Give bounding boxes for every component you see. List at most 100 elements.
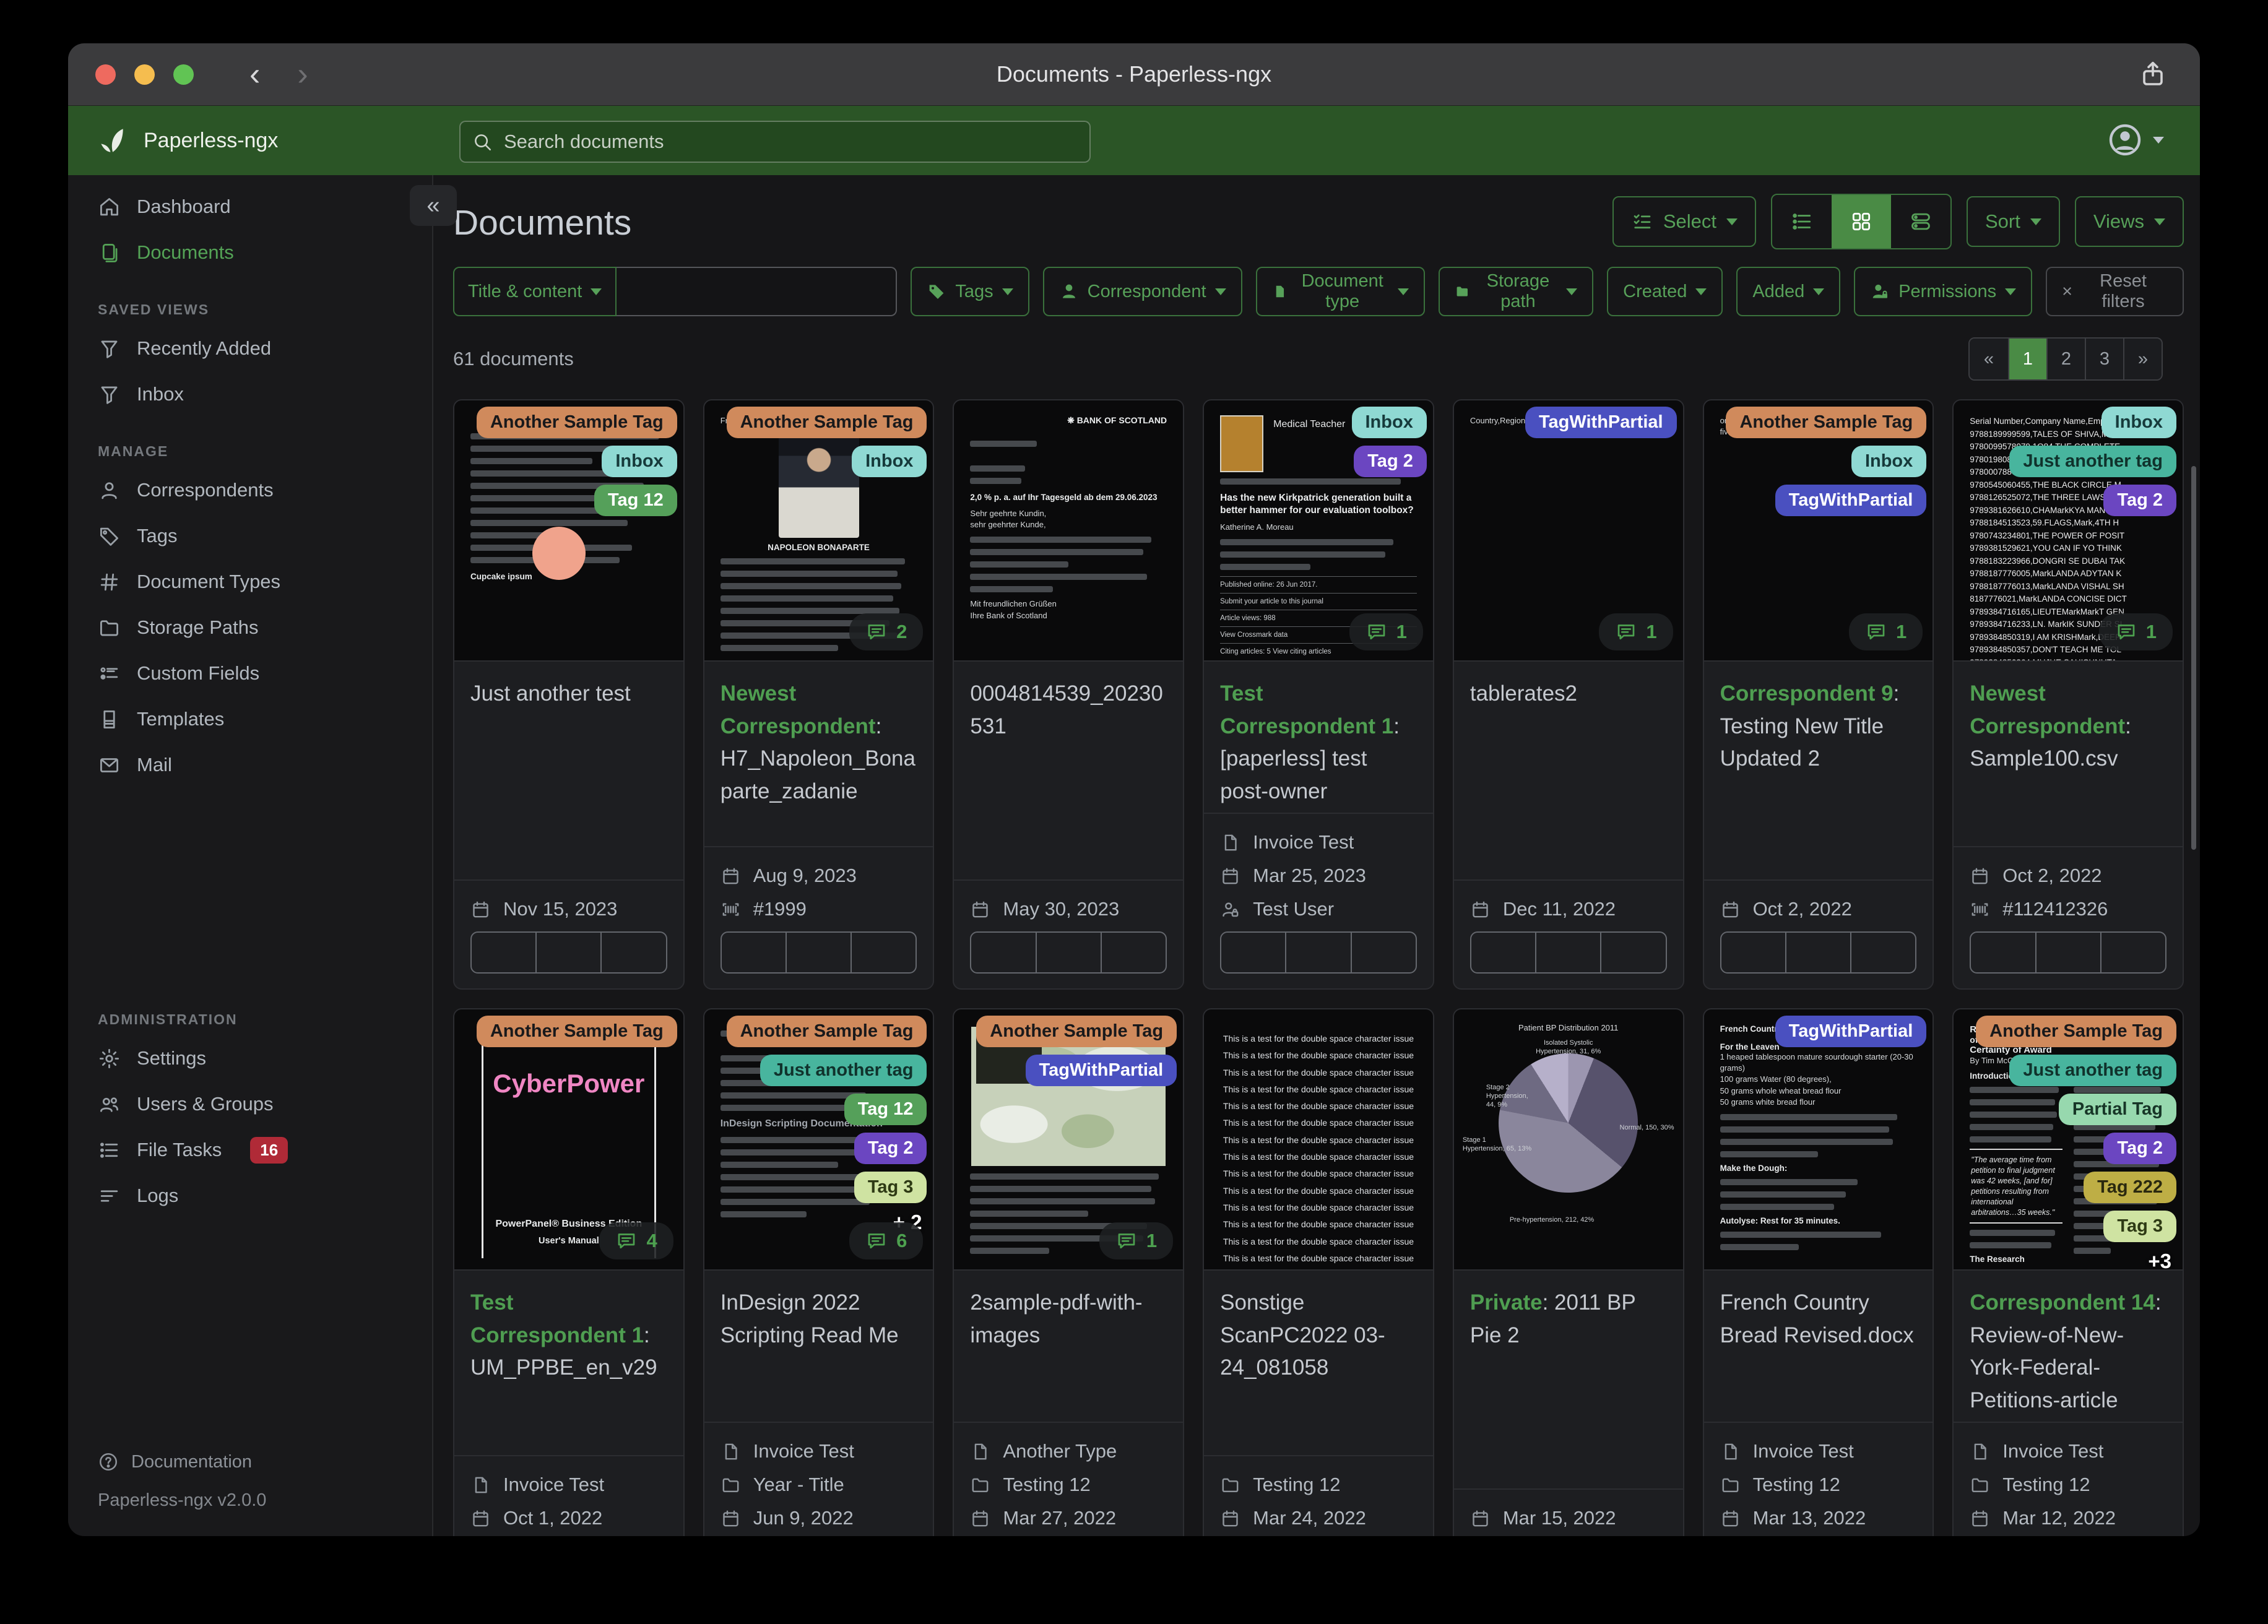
views-button[interactable]: Views <box>2074 196 2184 247</box>
tag-inbox[interactable]: Inbox <box>1851 446 1927 477</box>
sidebar-item-dashboard[interactable]: Dashboard <box>68 184 432 230</box>
preview-button[interactable] <box>1785 933 1850 972</box>
tag-another-sample-tag[interactable]: Another Sample Tag <box>476 407 677 438</box>
global-search[interactable] <box>459 121 1091 163</box>
filter-document-type[interactable]: Document type <box>1255 267 1426 316</box>
tag-tag-12[interactable]: Tag 12 <box>594 485 677 516</box>
document-title[interactable]: Private: 2011 BP Pie 2 <box>1454 1271 1683 1357</box>
display-mode-grid[interactable] <box>1832 195 1891 248</box>
download-button[interactable] <box>850 933 915 972</box>
scrollbar[interactable] <box>2191 466 2196 850</box>
sidebar-item-tags[interactable]: Tags <box>68 513 432 559</box>
sidebar-collapse-button[interactable]: « <box>410 185 457 226</box>
pagination-first[interactable]: « <box>1970 339 2008 379</box>
document-thumbnail[interactable]: French Country Bread For the Leaven 1 heap… <box>1703 1009 1933 1271</box>
pagination-last[interactable]: » <box>2123 339 2162 379</box>
document-thumbnail[interactable]: Boundary Waters Trip Another Sample TagT… <box>954 1009 1184 1271</box>
download-button[interactable] <box>1350 933 1416 972</box>
document-thumbnail[interactable]: Patient BP Distribution 2011 Isolated Sy… <box>1453 1009 1683 1271</box>
document-title[interactable]: Test Correspondent 1: UM_PPBE_en_v29 <box>454 1271 683 1389</box>
document-card[interactable]: Country,Region/State,"... TagWithPartial… <box>1452 399 1684 990</box>
tag-tag-2[interactable]: Tag 2 <box>854 1133 927 1164</box>
document-card[interactable]: Adobe Acrobat PDF FilesCupcake ipsum Ano… <box>453 399 685 990</box>
tag-inbox[interactable]: Inbox <box>852 446 927 477</box>
document-title[interactable]: tablerates2 <box>1454 662 1683 715</box>
document-card[interactable]: ❋ BANK OF SCOTLAND 2,0 % p. a. auf Ihr Ta… <box>953 399 1185 990</box>
sidebar-item-templates[interactable]: Templates <box>68 696 432 742</box>
edit-button[interactable] <box>1721 933 1785 972</box>
tag-another-sample-tag[interactable]: Another Sample Tag <box>1726 407 1927 438</box>
display-mode-list[interactable] <box>1772 195 1832 248</box>
document-thumbnail[interactable]: Medical Teacher Has the new Kirkpatrick g… <box>1204 400 1433 662</box>
document-card[interactable]: Serial Number,Company Name,Employ 9788189… <box>1952 399 2184 990</box>
filter-field-selector[interactable]: Title & content <box>453 267 617 316</box>
document-title[interactable]: Newest Correspondent: Sample100.csv <box>1954 662 2183 780</box>
document-card[interactable]: Review ofof Arbitral Awards shows swift … <box>1952 1008 2184 1536</box>
download-button[interactable] <box>1600 933 1665 972</box>
document-title[interactable]: 2sample-pdf-with-images <box>954 1271 1183 1357</box>
edit-button[interactable] <box>472 933 535 972</box>
document-thumbnail[interactable]: Francja pod rNAPOLEON BONAPARTE Another … <box>704 400 933 662</box>
tag-tag-3[interactable]: Tag 3 <box>854 1172 927 1203</box>
user-menu[interactable] <box>2107 122 2164 158</box>
sidebar-item-logs[interactable]: Logs <box>68 1173 432 1219</box>
tag-partial-tag[interactable]: Partial Tag <box>2058 1094 2176 1125</box>
tag-tag-2[interactable]: Tag 2 <box>2103 1133 2176 1164</box>
tag-inbox[interactable]: Inbox <box>602 446 677 477</box>
tag-another-sample-tag[interactable]: Another Sample Tag <box>726 407 927 438</box>
document-card[interactable]: Patient BP Distribution 2011 Isolated Sy… <box>1452 1008 1684 1536</box>
display-mode-rows[interactable] <box>1891 195 1950 248</box>
sidebar-item-users-groups[interactable]: Users & Groups <box>68 1081 432 1127</box>
tag-tag-2[interactable]: Tag 2 <box>1354 446 1427 477</box>
document-thumbnail[interactable]: Adobe Acrobat PDF FilesCupcake ipsum Ano… <box>454 400 683 662</box>
document-thumbnail[interactable]: This is a test for the double space char… <box>1204 1009 1433 1271</box>
select-button[interactable]: Select <box>1612 196 1756 247</box>
tag-tag-222[interactable]: Tag 222 <box>2084 1172 2176 1203</box>
sidebar-item-mail[interactable]: Mail <box>68 742 432 788</box>
filter-tags[interactable]: Tags <box>911 267 1029 316</box>
sort-button[interactable]: Sort <box>1967 196 2060 247</box>
document-card[interactable]: InDesign Scripting Documentation Another… <box>703 1008 935 1536</box>
document-thumbnail[interactable]: one,1.0five,5.0 Another Sample TagInboxT… <box>1703 400 1933 662</box>
document-title[interactable]: French Country Bread Revised.docx <box>1704 1271 1933 1357</box>
preview-button[interactable] <box>535 933 600 972</box>
download-button[interactable] <box>1850 933 1915 972</box>
preview-button[interactable] <box>1035 933 1101 972</box>
preview-button[interactable] <box>2035 933 2100 972</box>
document-title[interactable]: 0004814539_20230531 <box>954 662 1183 748</box>
download-button[interactable] <box>2100 933 2165 972</box>
search-input[interactable] <box>503 130 1089 153</box>
document-thumbnail[interactable]: Review ofof Arbitral Awards shows swift … <box>1954 1009 2183 1271</box>
documentation-link[interactable]: Documentation <box>98 1442 432 1482</box>
tag-tagwithpartial[interactable]: TagWithPartial <box>1525 407 1677 438</box>
reset-filters-button[interactable]: × Reset filters <box>2046 267 2184 316</box>
filter-correspondent[interactable]: Correspondent <box>1042 267 1242 316</box>
tag-tag-12[interactable]: Tag 12 <box>844 1094 927 1125</box>
share-icon[interactable] <box>2138 59 2168 89</box>
tag-inbox[interactable]: Inbox <box>1351 407 1427 438</box>
edit-button[interactable] <box>1221 933 1285 972</box>
preview-button[interactable] <box>1285 933 1350 972</box>
tag-just-another-tag[interactable]: Just another tag <box>2009 1055 2176 1086</box>
preview-button[interactable] <box>785 933 850 972</box>
download-button[interactable] <box>1100 933 1166 972</box>
document-card[interactable]: Francja pod rNAPOLEON BONAPARTE Another … <box>703 399 935 990</box>
download-button[interactable] <box>600 933 665 972</box>
tag-inbox[interactable]: Inbox <box>2101 407 2176 438</box>
tag-just-another-tag[interactable]: Just another tag <box>760 1055 927 1086</box>
document-title[interactable]: InDesign 2022 Scripting Read Me <box>704 1271 933 1357</box>
document-card[interactable]: Medical Teacher Has the new Kirkpatrick g… <box>1203 399 1434 990</box>
pagination-page-1[interactable]: 1 <box>2008 339 2046 379</box>
sidebar-item-document-types[interactable]: Document Types <box>68 559 432 605</box>
sidebar-item-storage-paths[interactable]: Storage Paths <box>68 605 432 650</box>
sidebar-item-recently-added[interactable]: Recently Added <box>68 326 432 371</box>
app-brand[interactable]: Paperless-ngx <box>97 125 278 156</box>
sidebar-item-custom-fields[interactable]: Custom Fields <box>68 650 432 696</box>
pagination-page-3[interactable]: 3 <box>2085 339 2123 379</box>
tag-tagwithpartial[interactable]: TagWithPartial <box>1775 485 1927 516</box>
document-thumbnail[interactable]: InDesign Scripting Documentation Another… <box>704 1009 933 1271</box>
document-title[interactable]: Correspondent 14: Review-of-New-York-Fed… <box>1954 1271 2183 1422</box>
document-thumbnail[interactable]: Serial Number,Company Name,Employ 9788189… <box>1954 400 2183 662</box>
tag-another-sample-tag[interactable]: Another Sample Tag <box>476 1016 677 1047</box>
tag-tagwithpartial[interactable]: TagWithPartial <box>1025 1055 1177 1086</box>
